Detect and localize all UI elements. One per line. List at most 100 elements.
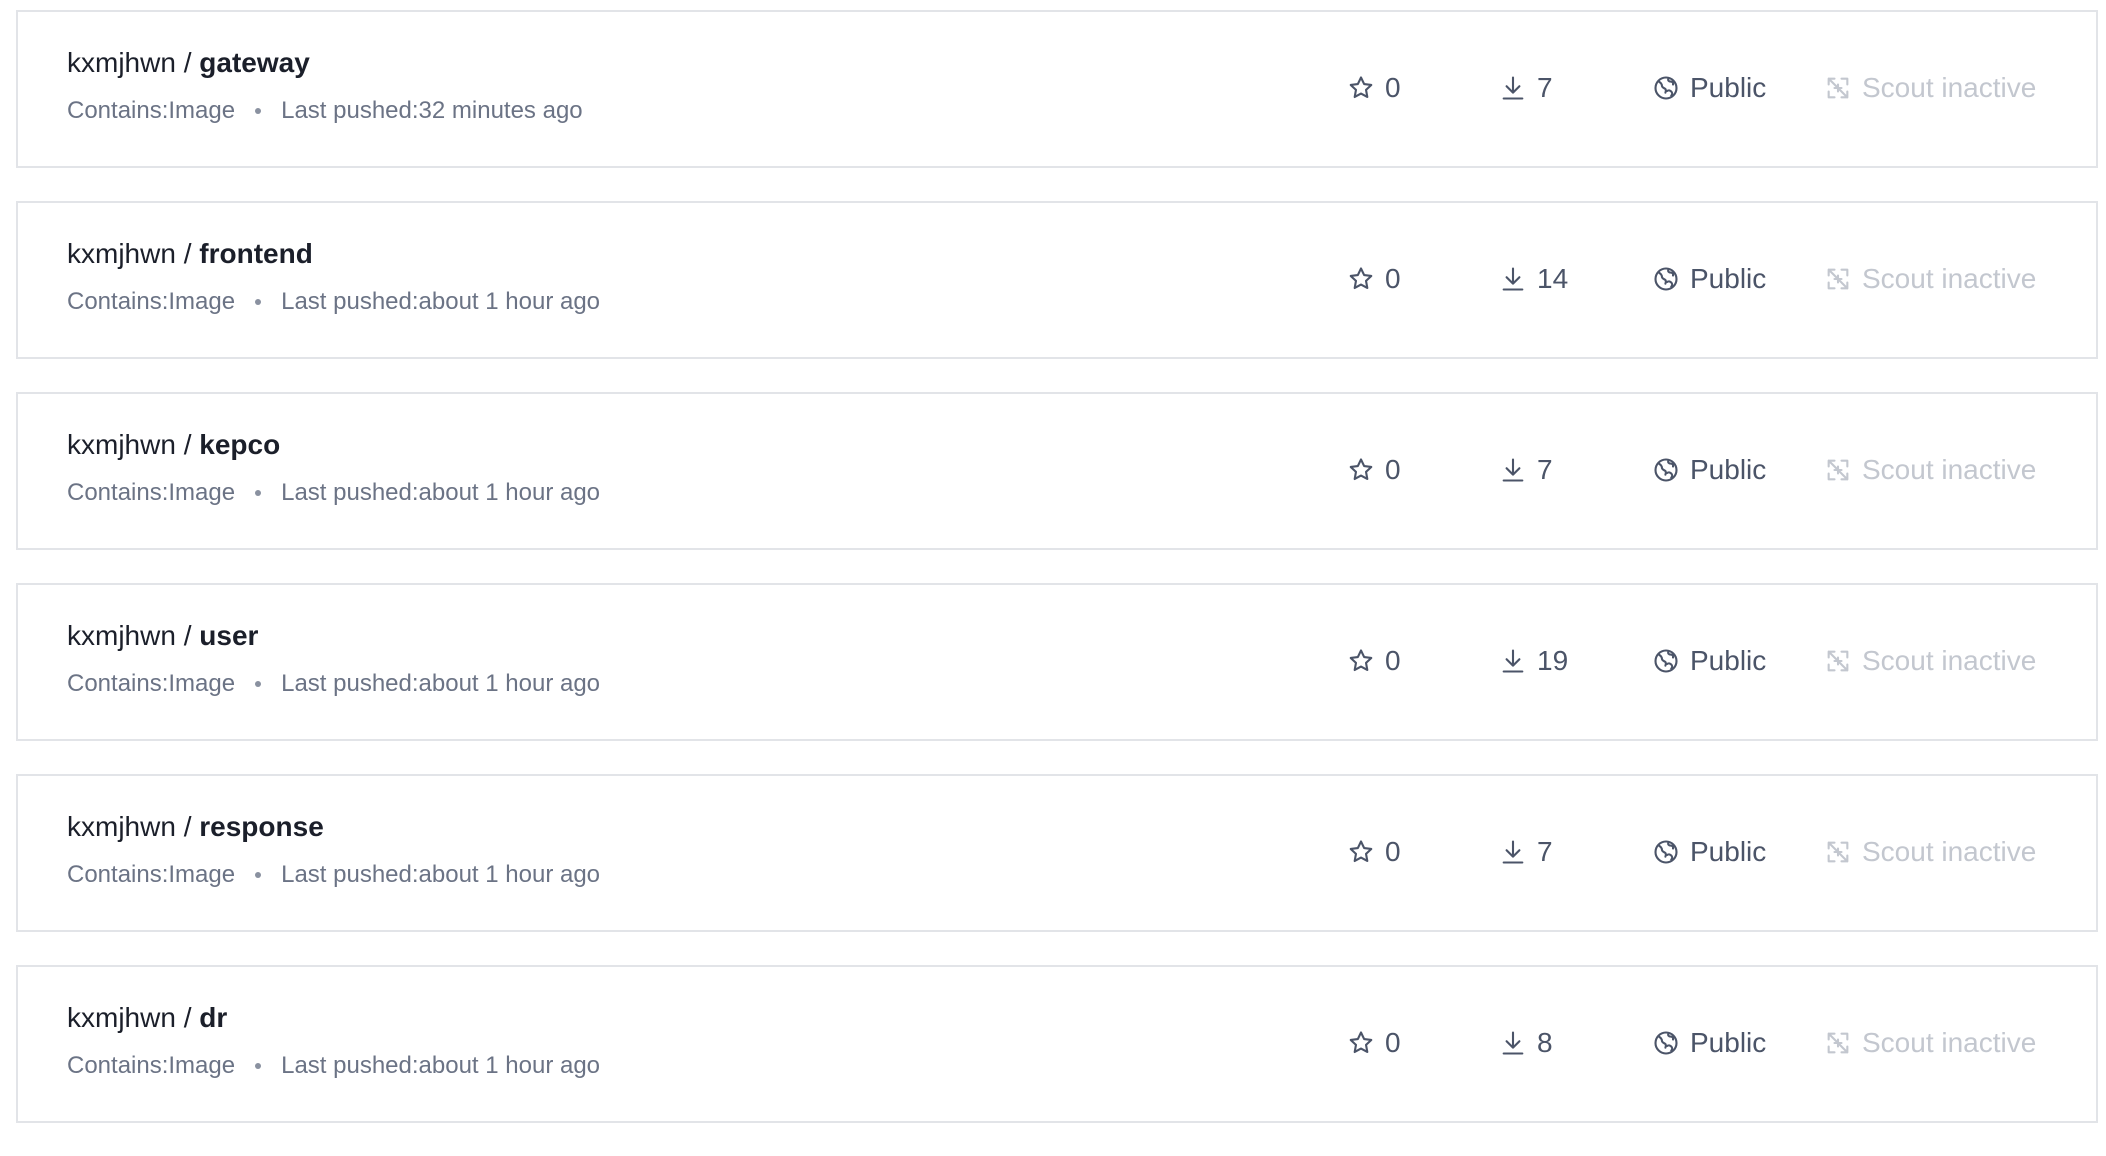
- contains-prefix: Contains:: [67, 479, 169, 506]
- repo-name: kepco: [199, 429, 281, 460]
- repo-pulls: 7: [1499, 450, 1553, 490]
- download-icon: [1502, 840, 1524, 864]
- repo-contains: Image: [168, 861, 236, 888]
- pulls-count: 7: [1537, 72, 1553, 103]
- repo-last-pushed: about 1 hour ago: [418, 1052, 601, 1079]
- repo-pulls: 7: [1499, 832, 1553, 872]
- repo-stars: 0: [1347, 450, 1401, 490]
- repo-stars: 0: [1347, 832, 1401, 872]
- repo-visibility: Public: [1652, 450, 1766, 490]
- repo-contains: Image: [168, 670, 236, 697]
- repo-stars: 0: [1347, 68, 1401, 108]
- repo-namespace: kxmjhwn: [67, 620, 176, 651]
- globe-icon: [1654, 1031, 1678, 1055]
- repo-meta: Contains: Image Last pushed: about 1 hou…: [67, 860, 600, 890]
- scout-status-label: Scout inactive: [1862, 836, 2037, 867]
- repo-meta: Contains: Image Last pushed: about 1 hou…: [67, 1051, 600, 1081]
- repo-card[interactable]: kxmjhwn / gateway Contains: Image Last p…: [16, 10, 2098, 168]
- repo-contains: Image: [168, 479, 236, 506]
- star-icon: [1349, 840, 1373, 863]
- scout-status: Scout inactive: [1824, 641, 2036, 681]
- repo-name: frontend: [199, 238, 313, 269]
- repo-namespace: kxmjhwn: [67, 47, 176, 78]
- stars-count: 0: [1385, 1027, 1401, 1058]
- repo-pulls: 8: [1499, 1023, 1553, 1063]
- repo-title[interactable]: kxmjhwn / frontend: [67, 237, 313, 271]
- download-icon: [1502, 267, 1524, 291]
- repo-card[interactable]: kxmjhwn / dr Contains: Image Last pushed…: [16, 965, 2098, 1123]
- repo-title[interactable]: kxmjhwn / dr: [67, 1001, 227, 1035]
- repo-card[interactable]: kxmjhwn / frontend Contains: Image Last …: [16, 201, 2098, 359]
- repo-separator: /: [175, 238, 200, 269]
- scout-off-icon: [1827, 1032, 1849, 1054]
- pushed-prefix: Last pushed:: [281, 861, 419, 888]
- repo-contains: Image: [168, 97, 236, 124]
- stars-count: 0: [1385, 263, 1401, 294]
- scout-off-icon: [1827, 459, 1849, 481]
- repo-name: dr: [199, 1002, 228, 1033]
- repo-meta: Contains: Image Last pushed: 32 minutes …: [67, 96, 583, 126]
- stars-count: 0: [1385, 836, 1401, 867]
- scout-off-icon: [1827, 268, 1849, 290]
- repo-last-pushed: about 1 hour ago: [418, 861, 601, 888]
- repo-card[interactable]: kxmjhwn / response Contains: Image Last …: [16, 774, 2098, 932]
- repo-namespace: kxmjhwn: [67, 429, 176, 460]
- meta-separator-dot: [255, 681, 262, 687]
- visibility-label: Public: [1690, 454, 1767, 485]
- globe-icon: [1654, 840, 1678, 864]
- repo-meta: Contains: Image Last pushed: about 1 hou…: [67, 669, 600, 699]
- star-icon: [1349, 267, 1373, 290]
- repo-card[interactable]: kxmjhwn / kepco Contains: Image Last pus…: [16, 392, 2098, 550]
- repo-title[interactable]: kxmjhwn / gateway: [67, 46, 310, 80]
- contains-prefix: Contains:: [67, 1052, 169, 1079]
- repo-separator: /: [175, 620, 200, 651]
- repo-visibility: Public: [1652, 832, 1766, 872]
- star-icon: [1349, 458, 1373, 481]
- repo-last-pushed: about 1 hour ago: [418, 670, 601, 697]
- pushed-prefix: Last pushed:: [281, 97, 419, 124]
- repo-title[interactable]: kxmjhwn / user: [67, 619, 258, 653]
- repo-last-pushed: about 1 hour ago: [418, 288, 601, 315]
- scout-status-label: Scout inactive: [1862, 454, 2037, 485]
- scout-status: Scout inactive: [1824, 259, 2036, 299]
- scout-status-label: Scout inactive: [1862, 645, 2037, 676]
- scout-status-label: Scout inactive: [1862, 263, 2037, 294]
- repo-card[interactable]: kxmjhwn / user Contains: Image Last push…: [16, 583, 2098, 741]
- repo-pulls: 7: [1499, 68, 1553, 108]
- repository-list: kxmjhwn / gateway Contains: Image Last p…: [16, 10, 2098, 1156]
- repo-title[interactable]: kxmjhwn / kepco: [67, 428, 280, 462]
- pushed-prefix: Last pushed:: [281, 670, 419, 697]
- repo-pulls: 19: [1499, 641, 1568, 681]
- pulls-count: 7: [1537, 836, 1553, 867]
- scout-status: Scout inactive: [1824, 68, 2036, 108]
- contains-prefix: Contains:: [67, 861, 169, 888]
- scout-status: Scout inactive: [1824, 832, 2036, 872]
- scout-status-label: Scout inactive: [1862, 1027, 2037, 1058]
- repo-meta: Contains: Image Last pushed: about 1 hou…: [67, 287, 600, 317]
- pulls-count: 19: [1537, 645, 1569, 676]
- repo-last-pushed: about 1 hour ago: [418, 479, 601, 506]
- repo-visibility: Public: [1652, 1023, 1766, 1063]
- visibility-label: Public: [1690, 1027, 1767, 1058]
- pushed-prefix: Last pushed:: [281, 479, 419, 506]
- meta-separator-dot: [255, 1063, 262, 1069]
- repo-namespace: kxmjhwn: [67, 811, 176, 842]
- meta-separator-dot: [255, 108, 262, 114]
- repo-stars: 0: [1347, 1023, 1401, 1063]
- stars-count: 0: [1385, 72, 1401, 103]
- repo-separator: /: [175, 429, 200, 460]
- download-icon: [1502, 458, 1524, 482]
- star-icon: [1349, 649, 1373, 672]
- scout-status-label: Scout inactive: [1862, 72, 2037, 103]
- download-icon: [1502, 76, 1524, 100]
- repo-separator: /: [175, 811, 200, 842]
- repo-name: gateway: [199, 47, 310, 78]
- globe-icon: [1654, 649, 1678, 673]
- repo-stars: 0: [1347, 259, 1401, 299]
- repo-meta: Contains: Image Last pushed: about 1 hou…: [67, 478, 600, 508]
- visibility-label: Public: [1690, 645, 1767, 676]
- repo-visibility: Public: [1652, 641, 1766, 681]
- repo-title[interactable]: kxmjhwn / response: [67, 810, 324, 844]
- pushed-prefix: Last pushed:: [281, 288, 419, 315]
- contains-prefix: Contains:: [67, 97, 169, 124]
